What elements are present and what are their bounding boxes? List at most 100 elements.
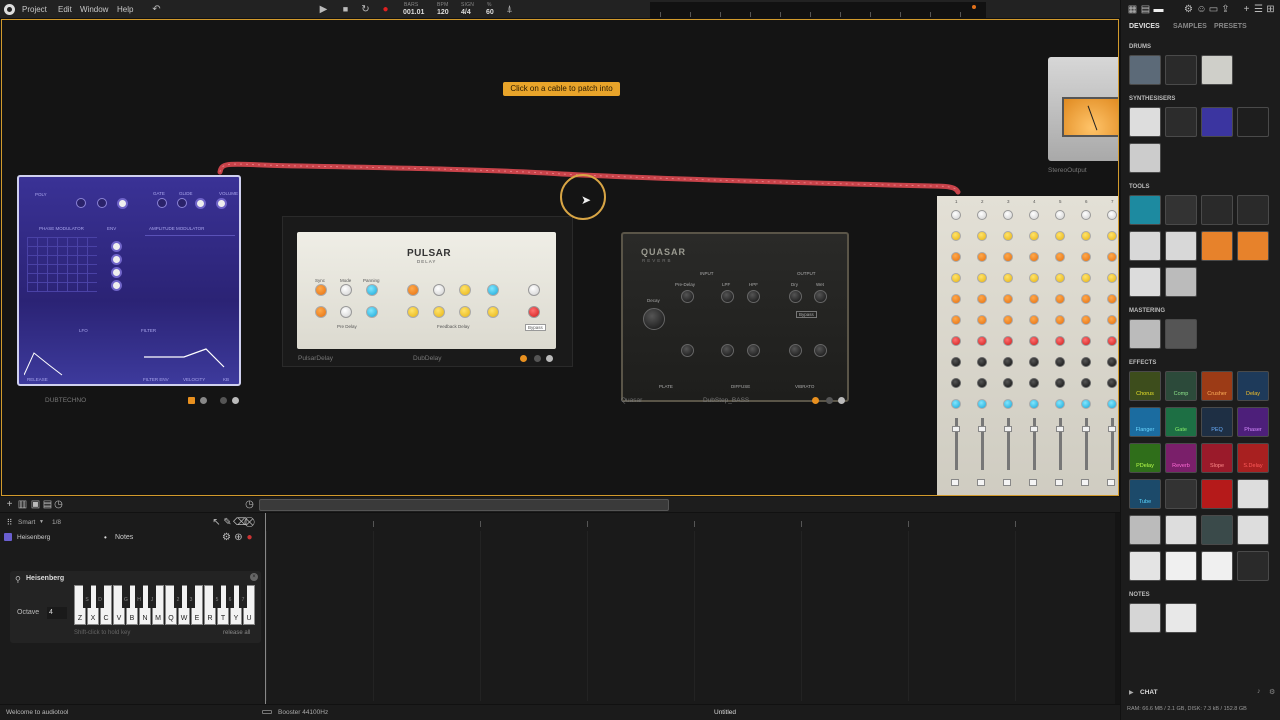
tool-tile[interactable] xyxy=(1165,195,1197,225)
tool-tile[interactable] xyxy=(1129,231,1161,261)
pulsar-knob-1[interactable] xyxy=(315,284,327,296)
user-icon[interactable]: ☺ xyxy=(1196,4,1207,15)
mixer-knob[interactable] xyxy=(1003,210,1013,220)
quasar-reverb[interactable]: QUASAR REVERB INPUT Pre-Delay LPF HPF OU… xyxy=(621,232,849,402)
quasar-hpf-knob[interactable] xyxy=(747,290,760,303)
snap-mode-chevron-icon[interactable]: ▼ xyxy=(39,519,44,525)
effect-tile[interactable] xyxy=(1237,515,1269,545)
pulsar-knob-11[interactable] xyxy=(407,306,419,318)
quasar-close-icon[interactable] xyxy=(838,397,845,404)
effect-tile[interactable] xyxy=(1237,479,1269,509)
menu-help[interactable]: Help xyxy=(117,5,133,14)
env-knob-d[interactable] xyxy=(111,254,122,265)
heisenberg-knob-6[interactable] xyxy=(195,198,206,209)
mixer-knob[interactable] xyxy=(1081,252,1091,262)
mixer-knob[interactable] xyxy=(1081,273,1091,283)
piano-black-key[interactable]: D xyxy=(96,585,104,608)
pulsar-name[interactable]: DubDelay xyxy=(413,355,442,362)
heisenberg-name[interactable]: DUBTECHNO xyxy=(45,397,86,404)
tool-tile[interactable] xyxy=(1201,231,1233,261)
pulsar-help-icon[interactable] xyxy=(534,355,541,362)
mixer-knob[interactable] xyxy=(977,399,987,409)
pulsar-knob-7[interactable] xyxy=(407,284,419,296)
effect-tile-comp[interactable]: Comp xyxy=(1165,371,1197,401)
tab-samples[interactable]: SAMPLES xyxy=(1173,23,1207,30)
undo-icon[interactable]: ↶ xyxy=(151,4,162,15)
mixer-knob[interactable] xyxy=(1055,357,1065,367)
pattern-view-icon[interactable]: ▤ xyxy=(42,499,53,510)
mixer-knob[interactable] xyxy=(1107,231,1117,241)
mixer-knob[interactable] xyxy=(951,336,961,346)
folder-icon[interactable]: ▭ xyxy=(1208,4,1219,15)
mixer-knob[interactable] xyxy=(1029,399,1039,409)
pulsar-delay[interactable]: PULSAR DELAY Sync Mode Panning Pre Delay… xyxy=(297,232,556,349)
mixer-knob[interactable] xyxy=(1029,315,1039,325)
chat-arrow-icon[interactable]: ▶ xyxy=(1129,689,1134,696)
effect-tile-slope[interactable]: Slope xyxy=(1201,443,1233,473)
clip-view-icon[interactable]: ▣ xyxy=(30,499,41,510)
tab-devices[interactable]: DEVICES xyxy=(1129,23,1160,30)
mixer-knob[interactable] xyxy=(1055,378,1065,388)
octave-input[interactable]: 4 xyxy=(47,607,67,619)
timeline-scrollbar[interactable] xyxy=(259,499,669,511)
mixer-knob[interactable] xyxy=(1003,231,1013,241)
mixer-fader-cap[interactable] xyxy=(1030,426,1038,432)
mixer-knob[interactable] xyxy=(1055,294,1065,304)
piano-black-key[interactable]: G xyxy=(122,585,130,608)
drum-machine-tile[interactable] xyxy=(1201,55,1233,85)
grid-menu-icon[interactable]: ⊞ xyxy=(1265,4,1276,15)
piano-black-key[interactable]: 5 xyxy=(213,585,221,608)
env-knob-s[interactable] xyxy=(111,267,122,278)
mixer-fader-cap[interactable] xyxy=(1082,426,1090,432)
mixer-knob[interactable] xyxy=(1055,210,1065,220)
mixer-device[interactable]: 1 2 3 4 5 6 7 xyxy=(937,196,1118,495)
effect-tile-phaser[interactable]: Phaser xyxy=(1237,407,1269,437)
effect-tile[interactable] xyxy=(1165,551,1197,581)
quasar-lpf-knob[interactable] xyxy=(721,290,734,303)
mixer-fader-cap[interactable] xyxy=(952,426,960,432)
grid-size[interactable]: 1/8 xyxy=(52,519,61,526)
lane-name[interactable]: Notes xyxy=(115,534,133,541)
mixer-knob[interactable] xyxy=(951,399,961,409)
mixer-knob[interactable] xyxy=(1081,294,1091,304)
drum-machine-tile[interactable] xyxy=(1129,55,1161,85)
mixer-knob[interactable] xyxy=(1003,252,1013,262)
effect-tile[interactable] xyxy=(1165,515,1197,545)
mixer-knob[interactable] xyxy=(1029,252,1039,262)
mixer-knob[interactable] xyxy=(1055,399,1065,409)
effect-tile-flanger[interactable]: Flanger xyxy=(1129,407,1161,437)
drum-machine-tile[interactable] xyxy=(1165,55,1197,85)
effect-tile[interactable] xyxy=(1237,551,1269,581)
mixer-fader-cap[interactable] xyxy=(1004,426,1012,432)
snap-mode[interactable]: Smart xyxy=(18,519,35,526)
grid-icon[interactable]: ⠿ xyxy=(4,517,15,528)
mixer-knob[interactable] xyxy=(977,378,987,388)
timeline-view-icon[interactable]: ▥ xyxy=(17,499,28,510)
mixer-knob[interactable] xyxy=(951,231,961,241)
pulsar-knob-5[interactable] xyxy=(340,306,352,318)
mixer-knob[interactable] xyxy=(1081,210,1091,220)
effect-tile-sdelay[interactable]: S.Delay xyxy=(1237,443,1269,473)
mute-tool-icon[interactable]: ⛒ xyxy=(244,517,255,528)
mixer-knob[interactable] xyxy=(1107,273,1117,283)
chat-button[interactable]: CHAT xyxy=(1140,689,1158,696)
mixer-mute-button[interactable] xyxy=(1029,479,1037,486)
tool-tile[interactable] xyxy=(1237,231,1269,261)
heisenberg-help-icon[interactable] xyxy=(220,397,227,404)
effect-tile-chorus[interactable]: Chorus xyxy=(1129,371,1161,401)
mixer-knob[interactable] xyxy=(1081,399,1091,409)
mixer-knob[interactable] xyxy=(1029,231,1039,241)
heisenberg-knob-4[interactable] xyxy=(157,198,167,208)
mixer-mute-button[interactable] xyxy=(1055,479,1063,486)
synth-tile[interactable] xyxy=(1201,107,1233,137)
effect-tile[interactable] xyxy=(1201,479,1233,509)
mixer-mute-button[interactable] xyxy=(951,479,959,486)
mixer-knob[interactable] xyxy=(951,252,961,262)
heisenberg-volume-knob[interactable] xyxy=(216,198,227,209)
share-icon[interactable]: ⇪ xyxy=(1220,4,1231,15)
mixer-knob[interactable] xyxy=(951,273,961,283)
effect-tile-pdelay[interactable]: PDelay xyxy=(1129,443,1161,473)
pulsar-dry-knob[interactable] xyxy=(528,284,540,296)
view-1-icon[interactable]: ▦ xyxy=(1127,4,1138,15)
clock-icon[interactable]: ◷ xyxy=(244,499,255,510)
